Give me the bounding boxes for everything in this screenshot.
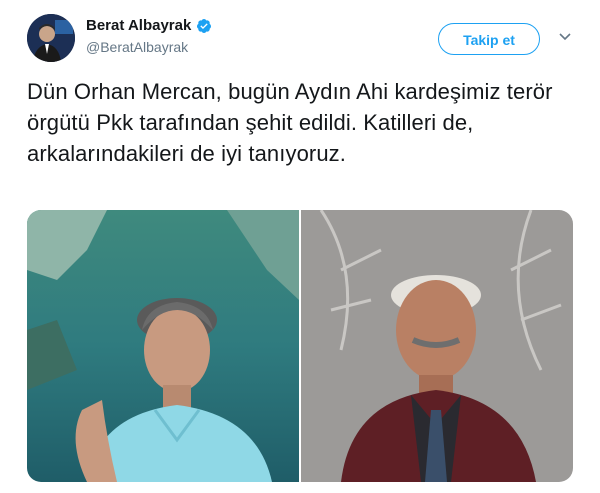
avatar-image <box>27 14 75 62</box>
author-handle[interactable]: @BeratAlbayrak <box>86 39 188 55</box>
tweet-media[interactable] <box>27 210 573 482</box>
tweet-text: Dün Orhan Mercan, bugün Aydın Ahi kardeş… <box>27 79 553 166</box>
follow-button[interactable]: Takip et <box>438 23 540 55</box>
photo-right[interactable] <box>301 210 573 482</box>
verified-badge-icon <box>197 18 212 33</box>
photo-left[interactable] <box>27 210 299 482</box>
author-name-row[interactable]: Berat Albayrak <box>86 17 212 34</box>
author-name[interactable]: Berat Albayrak <box>86 17 191 34</box>
chevron-down-icon[interactable] <box>558 32 572 42</box>
avatar[interactable] <box>27 14 75 62</box>
